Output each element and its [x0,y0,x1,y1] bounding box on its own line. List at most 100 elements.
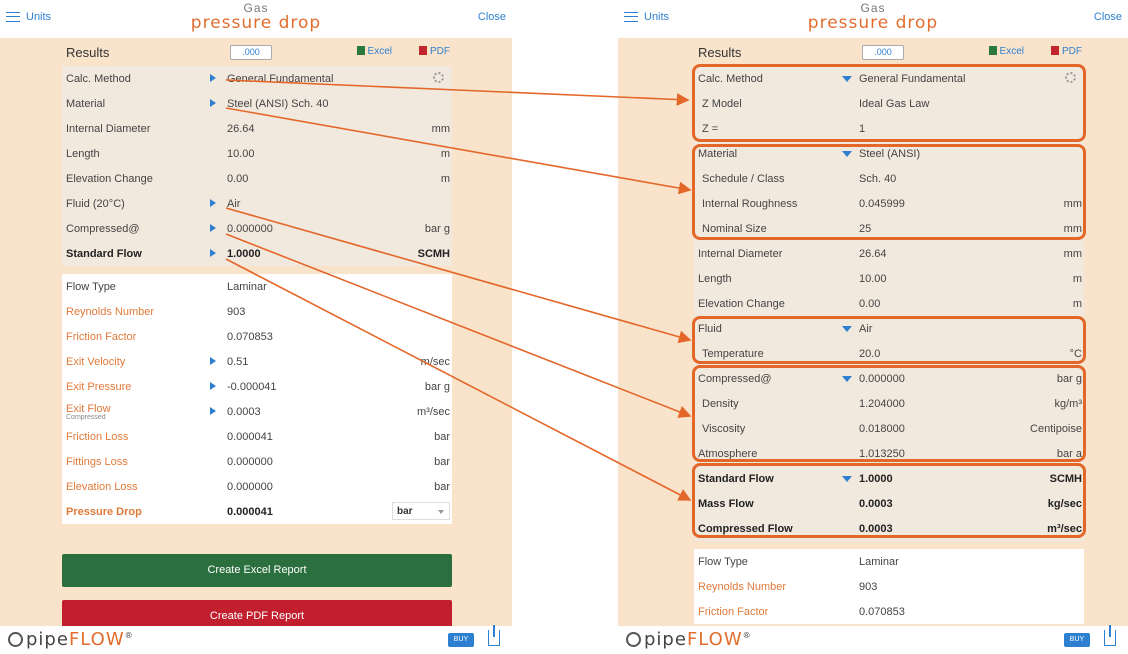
disclosure-arrow-icon[interactable] [210,357,216,365]
input-row-compressed[interactable]: Compressed@ 0.000000 bar g [62,216,452,241]
disclosure-arrow-icon[interactable] [210,249,216,257]
input-row-internal-diameter[interactable]: Internal Diameter 26.64 mm [694,241,1084,266]
row-unit[interactable]: m³/sec [417,406,450,418]
row-unit[interactable]: bar g [425,223,450,235]
disclosure-arrow-icon[interactable] [842,76,852,82]
row-value[interactable]: 1.0000 [227,248,261,260]
input-row-standard-flow[interactable]: Standard Flow 1.0000 SCMH [694,466,1084,491]
create-excel-report-button[interactable]: Create Excel Report [62,554,452,587]
row-unit[interactable]: mm [1064,248,1082,260]
row-value[interactable]: 0.045999 [859,198,905,210]
input-row-elevation-change[interactable]: Elevation Change 0.00 m [694,291,1084,316]
row-value[interactable]: 26.64 [859,248,887,260]
share-icon[interactable] [488,625,500,646]
row-value[interactable]: 0.000000 [227,223,273,235]
row-label: Friction Factor [66,331,137,343]
row-unit[interactable]: bar g [425,381,450,393]
input-row-roughness[interactable]: Internal Roughness 0.045999 mm [694,191,1084,216]
input-row-length[interactable]: Length 10.00 m [694,266,1084,291]
row-value[interactable]: 10.00 [227,148,255,160]
output-row-exit-flow[interactable]: Exit Flow Compressed 0.0003 m³/sec [62,399,452,424]
input-row-z-model[interactable]: Z Model Ideal Gas Law [694,91,1084,116]
close-button[interactable]: Close [478,11,506,23]
row-value[interactable]: 1.013250 [859,448,905,460]
input-row-calc-method[interactable]: Calc. Method General Fundamental [694,66,1084,91]
input-row-elevation-change[interactable]: Elevation Change 0.00 m [62,166,452,191]
input-row-standard-flow[interactable]: Standard Flow 1.0000 SCMH [62,241,452,266]
pdf-link[interactable]: PDF [1051,46,1082,57]
output-row-exit-velocity[interactable]: Exit Velocity 0.51 m/sec [62,349,452,374]
input-row-internal-diameter[interactable]: Internal Diameter 26.64 mm [62,116,452,141]
row-value[interactable]: 0.0003 [859,498,893,510]
input-row-viscosity[interactable]: Viscosity 0.018000 Centipoise [694,416,1084,441]
close-button[interactable]: Close [1094,11,1122,23]
share-icon[interactable] [1104,625,1116,646]
disclosure-arrow-icon[interactable] [210,199,216,207]
decimals-button[interactable]: .000 [862,45,904,60]
disclosure-arrow-icon[interactable] [842,326,852,332]
row-unit: mm [1063,223,1082,235]
row-unit[interactable]: m [1073,298,1082,310]
disclosure-arrow-icon[interactable] [210,407,216,415]
row-unit[interactable]: Centipoise [1030,423,1082,435]
row-unit[interactable]: m/sec [421,356,450,368]
input-row-schedule[interactable]: Schedule / Class Sch. 40 [694,166,1084,191]
row-unit[interactable]: SCMH [418,248,450,260]
row-unit[interactable]: m³/sec [1047,523,1082,535]
input-row-fluid[interactable]: Fluid Air [694,316,1084,341]
row-value[interactable]: 1.204000 [859,398,905,410]
row-value[interactable]: 1.0000 [859,473,893,485]
input-row-compressed-flow[interactable]: Compressed Flow 0.0003 m³/sec [694,516,1084,541]
row-unit[interactable]: SCMH [1050,473,1082,485]
input-row-density[interactable]: Density 1.204000 kg/m³ [694,391,1084,416]
row-value[interactable]: 0.00 [859,298,880,310]
row-unit[interactable]: m [441,148,450,160]
disclosure-arrow-icon[interactable] [210,99,216,107]
input-row-calc-method[interactable]: Calc. Method General Fundamental [62,66,452,91]
row-value[interactable]: 26.64 [227,123,255,135]
row-value[interactable]: 10.00 [859,273,887,285]
input-row-length[interactable]: Length 10.00 m [62,141,452,166]
input-row-temperature[interactable]: Temperature 20.0 °C [694,341,1084,366]
row-value[interactable]: 0.000000 [859,373,905,385]
input-row-compressed[interactable]: Compressed@ 0.000000 bar g [694,366,1084,391]
input-row-material[interactable]: Material Steel (ANSI) Sch. 40 [62,91,452,116]
row-unit[interactable]: m [1073,273,1082,285]
disclosure-arrow-icon[interactable] [842,376,852,382]
input-row-mass-flow[interactable]: Mass Flow 0.0003 kg/sec [694,491,1084,516]
menu-icon [6,12,20,22]
excel-link[interactable]: Excel [988,46,1024,57]
input-row-material[interactable]: Material Steel (ANSI) [694,141,1084,166]
row-unit[interactable]: °C [1070,348,1082,360]
gear-icon[interactable] [433,72,444,83]
units-button[interactable]: Units [624,11,669,23]
disclosure-arrow-icon[interactable] [842,476,852,482]
gear-icon[interactable] [1065,72,1076,83]
row-unit[interactable]: mm [1064,198,1082,210]
row-unit[interactable]: kg/m³ [1055,398,1083,410]
decimals-button[interactable]: .000 [230,45,272,60]
row-unit[interactable]: kg/sec [1048,498,1082,510]
pressure-unit-select[interactable]: bar [392,502,450,520]
disclosure-arrow-icon[interactable] [210,74,216,82]
input-row-fluid[interactable]: Fluid (20°C) Air [62,191,452,216]
buy-button[interactable]: BUY [448,633,474,647]
row-unit[interactable]: mm [432,123,450,135]
row-value[interactable]: 20.0 [859,348,880,360]
units-button[interactable]: Units [6,11,51,23]
row-value[interactable]: 0.00 [227,173,248,185]
excel-link[interactable]: Excel [356,46,392,57]
disclosure-arrow-icon[interactable] [210,382,216,390]
disclosure-arrow-icon[interactable] [842,151,852,157]
row-unit[interactable]: m [441,173,450,185]
row-value[interactable]: 0.0003 [859,523,893,535]
row-unit[interactable]: bar g [1057,373,1082,385]
input-row-nominal-size[interactable]: Nominal Size 25 mm [694,216,1084,241]
disclosure-arrow-icon[interactable] [210,224,216,232]
output-row-exit-pressure[interactable]: Exit Pressure -0.000041 bar g [62,374,452,399]
row-unit[interactable]: bar a [1057,448,1082,460]
buy-button[interactable]: BUY [1064,633,1090,647]
row-value[interactable]: 0.018000 [859,423,905,435]
input-row-atmosphere[interactable]: Atmosphere 1.013250 bar a [694,441,1084,466]
pdf-link[interactable]: PDF [419,46,450,57]
